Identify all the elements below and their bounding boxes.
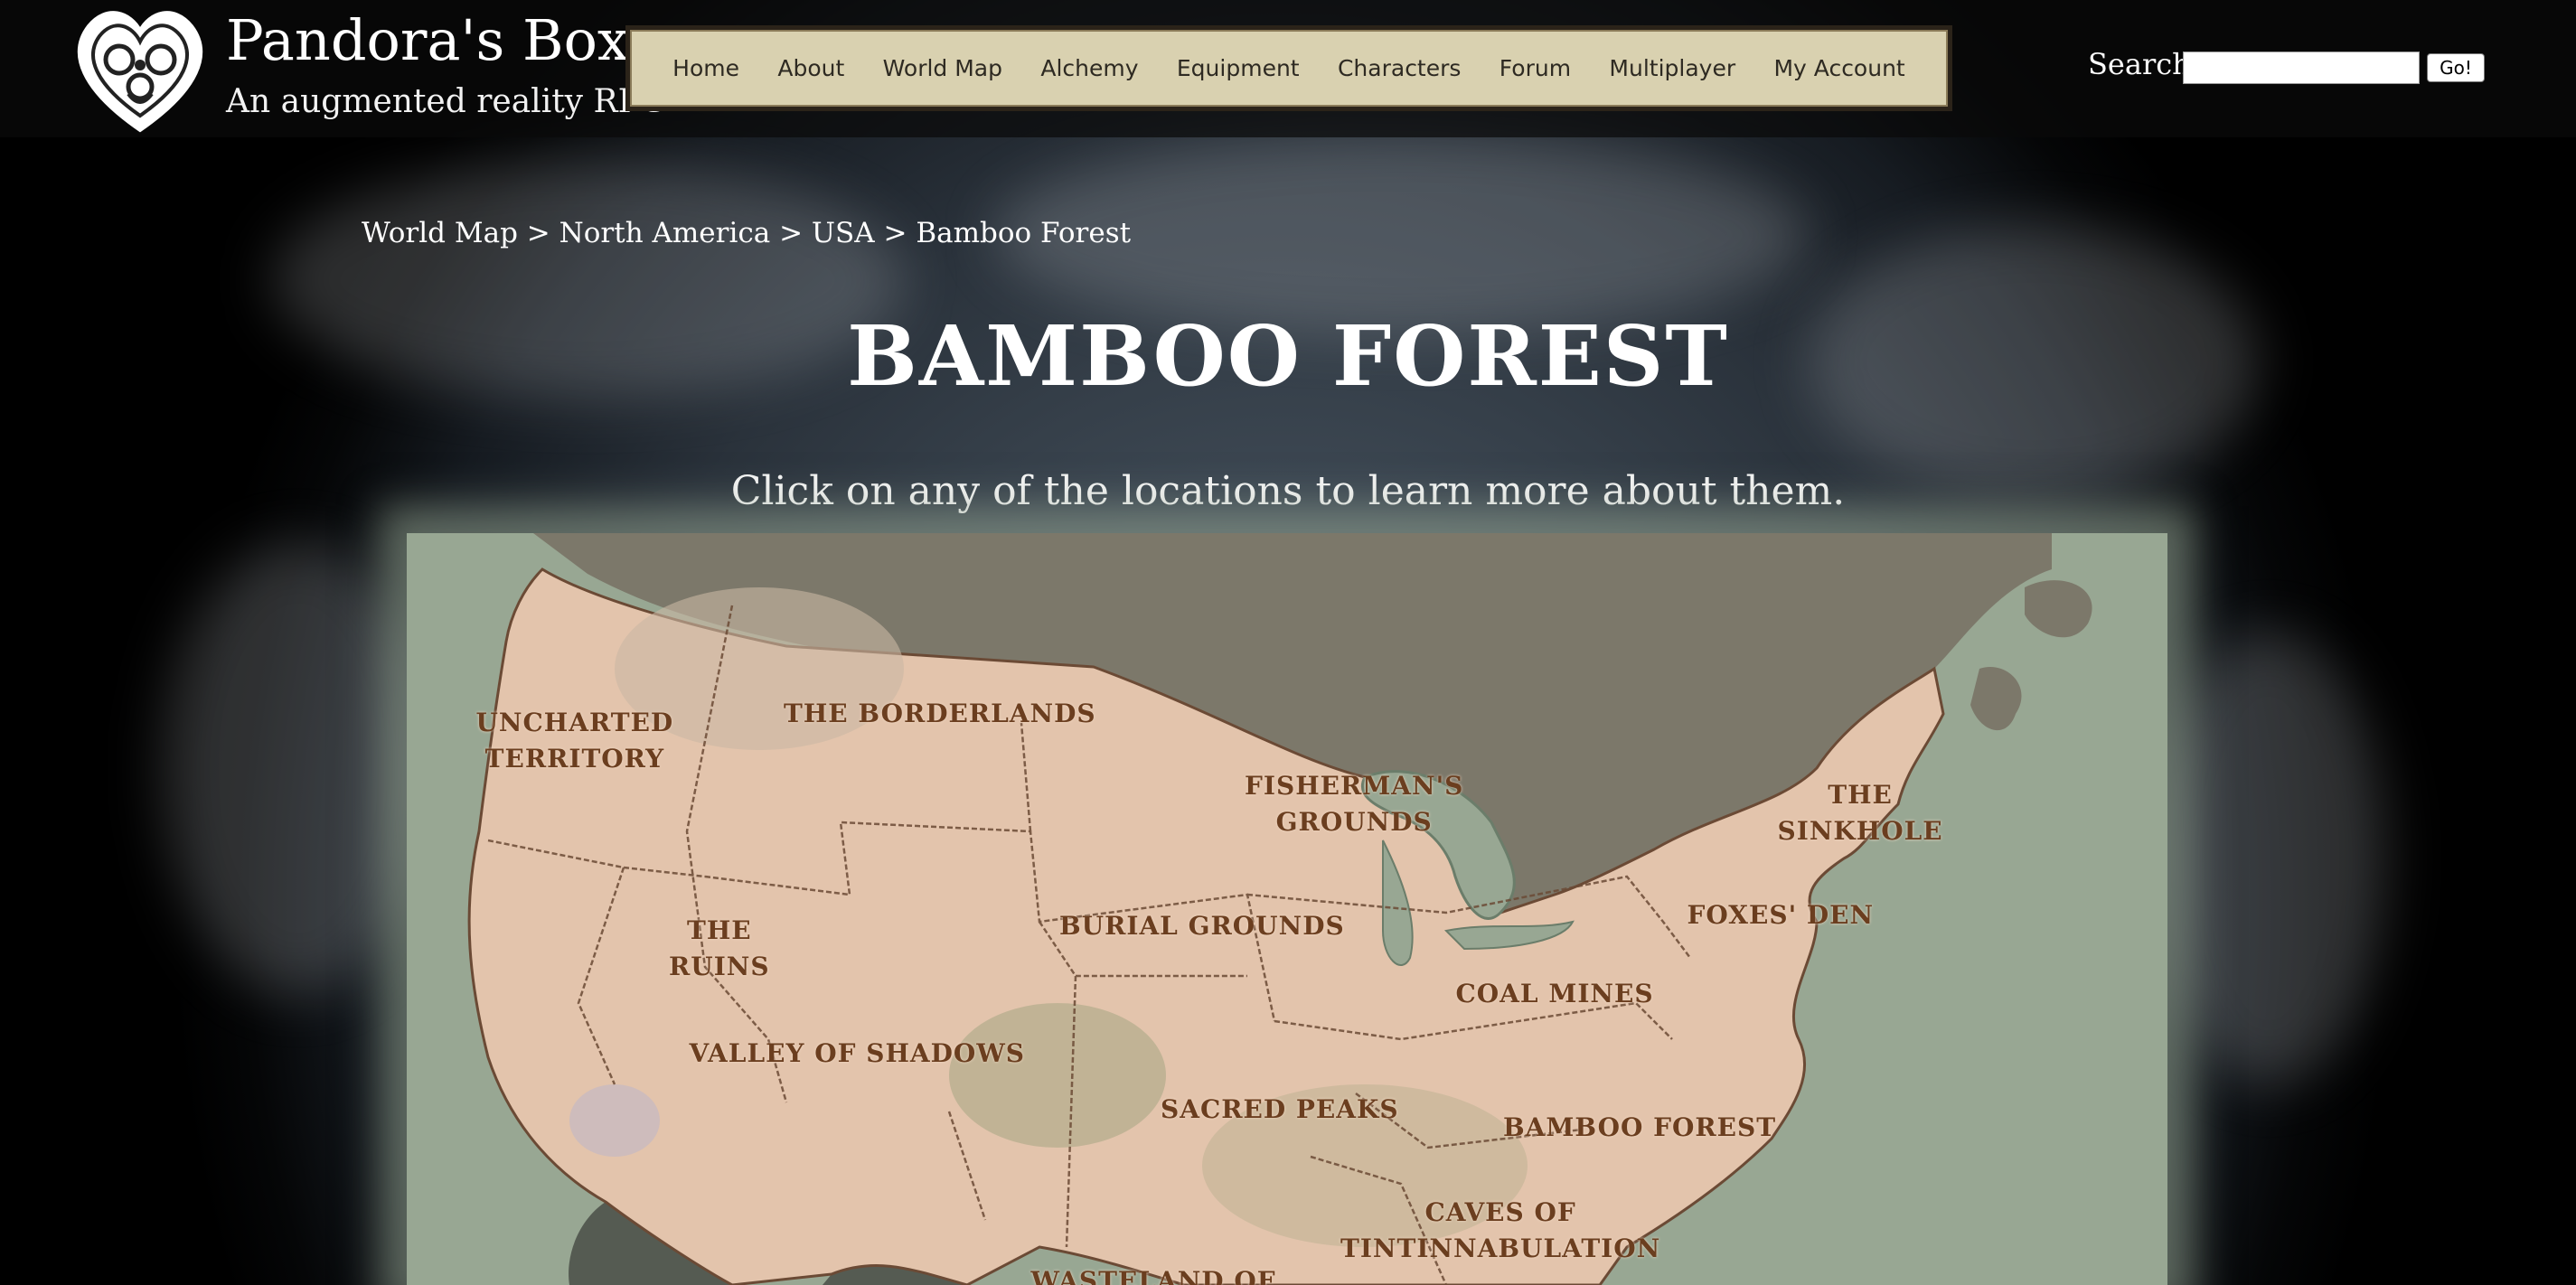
nav-about[interactable]: About — [777, 55, 844, 81]
location-sacred-peaks[interactable]: SACRED PEAKS — [1161, 1092, 1399, 1128]
location-caves-of-tintinnabulation[interactable]: CAVES OF TINTINNABULATION — [1340, 1195, 1660, 1267]
nav-characters[interactable]: Characters — [1338, 55, 1461, 81]
location-valley-of-shadows[interactable]: VALLEY OF SHADOWS — [690, 1036, 1025, 1072]
search-input[interactable] — [2183, 52, 2420, 84]
location-foxes-den[interactable]: FOXES' DEN — [1688, 897, 1875, 933]
location-label-line: COAL MINES — [1455, 979, 1654, 1008]
breadcrumb-usa[interactable]: USA — [812, 217, 875, 249]
nav-multiplayer[interactable]: Multiplayer — [1609, 55, 1735, 81]
breadcrumb-north-america[interactable]: North America — [559, 217, 771, 249]
location-bamboo-forest[interactable]: BAMBOO FOREST — [1503, 1110, 1776, 1146]
location-label-line: CAVES OF — [1424, 1197, 1576, 1227]
breadcrumb: World Map > North America > USA > Bamboo… — [362, 217, 1131, 249]
map-instructions: Click on any of the locations to learn m… — [730, 468, 1846, 514]
nav-forum[interactable]: Forum — [1500, 55, 1571, 81]
location-label-line: UNCHARTED — [475, 708, 674, 737]
location-uncharted-territory[interactable]: UNCHARTED TERRITORY — [476, 705, 674, 777]
site-title[interactable]: Pandora's Box — [226, 7, 629, 73]
location-label-line: THE — [686, 915, 752, 945]
location-label-line: GROUNDS — [1275, 807, 1433, 837]
location-the-ruins[interactable]: THE RUINS — [669, 913, 770, 985]
site-header: Pandora's Box An augmented reality RPG H… — [0, 0, 2576, 137]
location-label-line: WASTELAND OF — [1030, 1266, 1276, 1285]
location-label-line: FOXES' DEN — [1687, 900, 1875, 930]
heart-emblem-logo[interactable] — [72, 4, 208, 136]
location-label-line: FISHERMAN'S — [1245, 771, 1464, 801]
location-fishermans-grounds[interactable]: FISHERMAN'S GROUNDS — [1245, 768, 1463, 840]
nav-equipment[interactable]: Equipment — [1177, 55, 1300, 81]
nav-world-map[interactable]: World Map — [883, 55, 1002, 81]
location-label-line: BAMBOO FOREST — [1503, 1112, 1777, 1142]
location-label-line: THE BORDERLANDS — [784, 699, 1096, 728]
location-coal-mines[interactable]: COAL MINES — [1456, 976, 1654, 1012]
main-nav: Home About World Map Alchemy Equipment C… — [625, 25, 1952, 111]
breadcrumb-current: Bamboo Forest — [916, 217, 1132, 249]
site-tagline: An augmented reality RPG — [226, 83, 666, 120]
nav-my-account[interactable]: My Account — [1773, 55, 1904, 81]
location-label-line: THE — [1828, 780, 1893, 810]
usa-location-map: UNCHARTED TERRITORY THE BORDERLANDS FISH… — [407, 533, 2167, 1285]
location-the-sinkhole[interactable]: THE SINKHOLE — [1778, 777, 1943, 849]
breadcrumb-world-map[interactable]: World Map — [362, 217, 518, 249]
breadcrumb-separator: > — [883, 217, 907, 249]
search-go-button[interactable]: Go! — [2427, 53, 2485, 82]
nav-alchemy[interactable]: Alchemy — [1040, 55, 1138, 81]
location-the-borderlands[interactable]: THE BORDERLANDS — [784, 696, 1096, 732]
location-label-line: SINKHOLE — [1777, 816, 1943, 846]
location-label-line: VALLEY OF SHADOWS — [689, 1038, 1025, 1068]
location-label-line: TERRITORY — [484, 744, 665, 774]
location-label-line: BURIAL GROUNDS — [1059, 911, 1345, 941]
location-burial-grounds[interactable]: BURIAL GROUNDS — [1059, 908, 1345, 944]
page-title: BAMBOO FOREST — [847, 307, 1729, 405]
breadcrumb-separator: > — [779, 217, 804, 249]
breadcrumb-separator: > — [526, 217, 550, 249]
location-label-line: SACRED PEAKS — [1161, 1094, 1399, 1124]
nav-home[interactable]: Home — [672, 55, 739, 81]
location-label-line: RUINS — [669, 952, 770, 981]
location-label-line: TINTINNABULATION — [1340, 1233, 1661, 1263]
location-wasteland-of[interactable]: WASTELAND OF — [1031, 1263, 1276, 1285]
